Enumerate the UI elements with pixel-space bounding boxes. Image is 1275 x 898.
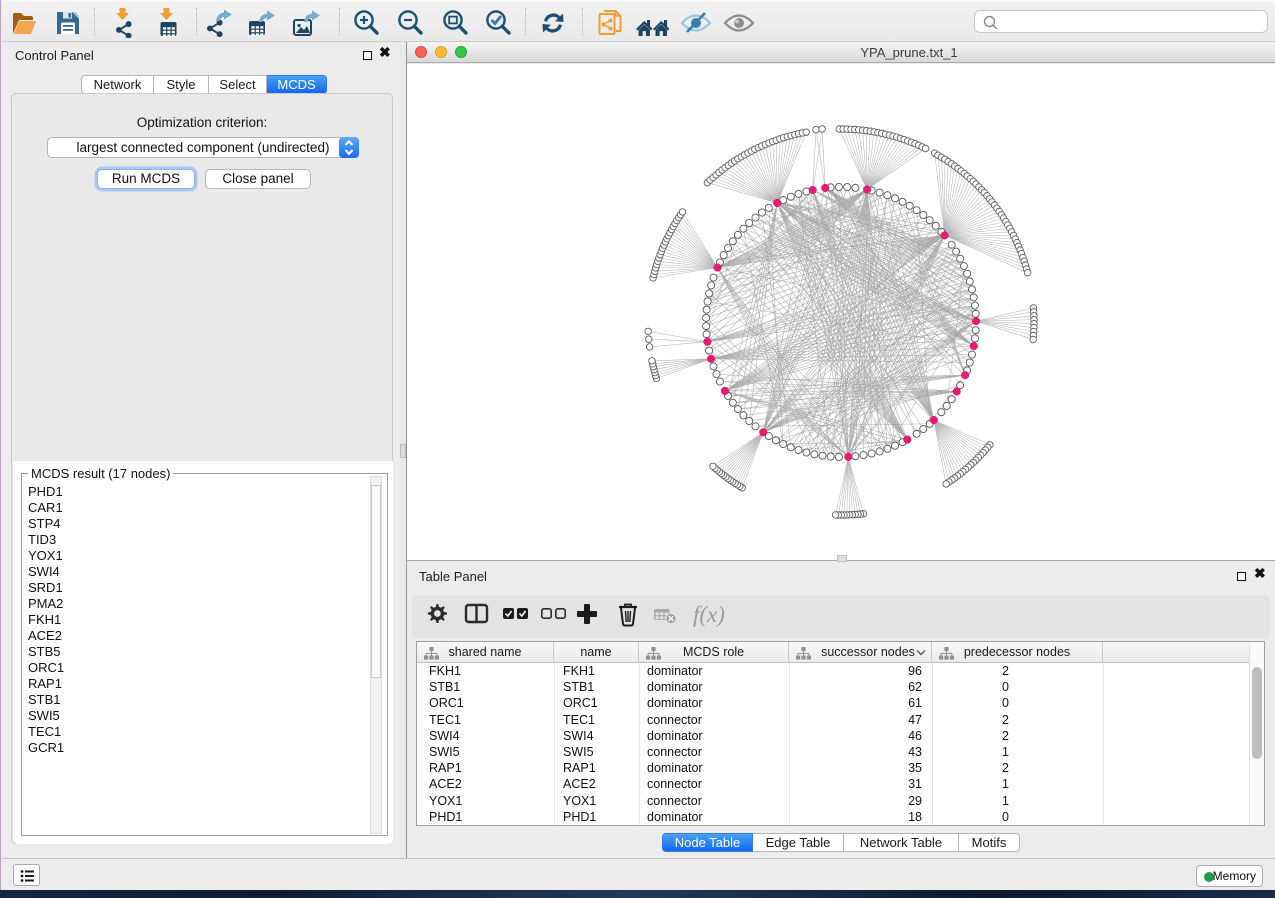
svg-text:f(x): f(x)	[693, 602, 725, 627]
